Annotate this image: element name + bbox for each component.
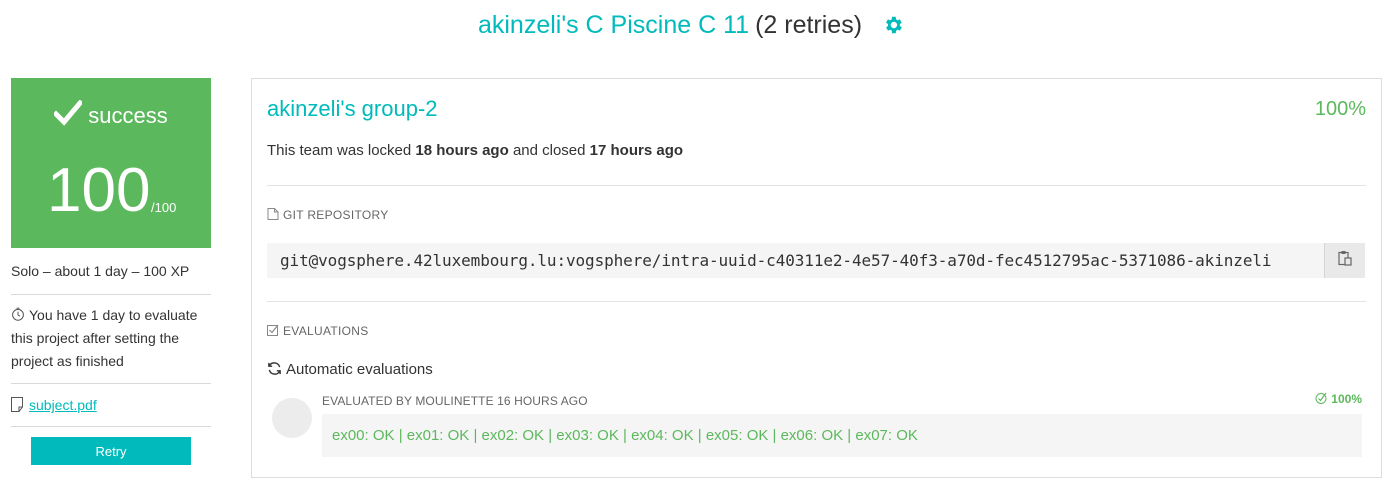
automatic-evaluations-heading: Automatic evaluations bbox=[267, 360, 433, 380]
copy-button[interactable] bbox=[1324, 243, 1365, 278]
evaluations-heading: EVALUATIONS bbox=[267, 324, 369, 338]
clipboard-icon bbox=[1337, 250, 1353, 271]
checkbox-icon bbox=[1315, 392, 1327, 404]
repository-url-box[interactable]: git@vogsphere.42luxembourg.lu:vogsphere/… bbox=[267, 243, 1365, 278]
refresh-icon bbox=[267, 361, 282, 376]
lock-prefix: This team was locked bbox=[267, 142, 412, 159]
mark-value: 100 bbox=[47, 156, 151, 225]
git-repository-label: GIT REPOSITORY bbox=[283, 208, 389, 222]
closed-time: 17 hours ago bbox=[589, 142, 684, 159]
file-icon bbox=[267, 208, 279, 220]
mark-status-label: success bbox=[88, 103, 168, 128]
team-panel: akinzeli's group-2 100% This team was lo… bbox=[251, 78, 1382, 478]
avatar bbox=[272, 398, 312, 438]
gear-icon[interactable] bbox=[882, 11, 904, 34]
team-lock-status: This team was locked 18 hours ago and cl… bbox=[267, 141, 683, 161]
project-title-link[interactable]: akinzeli's C Piscine C 11 bbox=[478, 11, 749, 39]
lock-middle: and closed bbox=[512, 142, 586, 159]
evaluation-result: ex00: OK | ex01: OK | ex02: OK | ex03: O… bbox=[322, 414, 1362, 457]
evaluations-label: EVALUATIONS bbox=[283, 324, 369, 338]
divider bbox=[11, 426, 211, 427]
checkmark-icon bbox=[52, 99, 84, 126]
evaluation-percent: 100% bbox=[1315, 392, 1362, 406]
retry-button[interactable]: Retry bbox=[31, 437, 191, 465]
divider bbox=[267, 301, 1366, 302]
team-percent: 100% bbox=[1314, 98, 1366, 120]
retries-count: (2 retries) bbox=[755, 11, 863, 39]
git-repository-heading: GIT REPOSITORY bbox=[267, 208, 389, 222]
repository-url[interactable]: git@vogsphere.42luxembourg.lu:vogsphere/… bbox=[280, 243, 1272, 278]
evaluation-deadline-text: You have 1 day to evaluate this project … bbox=[11, 307, 198, 369]
page-title: akinzeli's C Piscine C 11 (2 retries) bbox=[0, 8, 1382, 42]
evaluated-by: EVALUATED BY MOULINETTE 16 HOURS AGO bbox=[322, 394, 588, 408]
evaluation-percent-value: 100% bbox=[1331, 392, 1362, 406]
automatic-evaluations-label: Automatic evaluations bbox=[286, 361, 433, 378]
subject-pdf-link[interactable]: subject.pdf bbox=[29, 397, 97, 413]
project-sidebar: success 100 /100 Solo – about 1 day – 10… bbox=[11, 78, 211, 465]
mark-max: /100 bbox=[151, 200, 177, 215]
divider bbox=[267, 185, 1366, 186]
timer-icon bbox=[11, 305, 25, 321]
evaluation-deadline-note: You have 1 day to evaluate this project … bbox=[11, 295, 211, 383]
final-mark-box: success 100 /100 bbox=[11, 78, 211, 248]
document-icon bbox=[11, 396, 23, 412]
mark-status: success bbox=[11, 99, 211, 131]
team-name-link[interactable]: akinzeli's group-2 bbox=[267, 94, 438, 124]
project-info: Solo – about 1 day – 100 XP bbox=[11, 263, 190, 279]
subject-attachment: subject.pdf bbox=[11, 384, 211, 426]
locked-time: 18 hours ago bbox=[415, 142, 509, 159]
checkbox-icon bbox=[267, 324, 279, 336]
